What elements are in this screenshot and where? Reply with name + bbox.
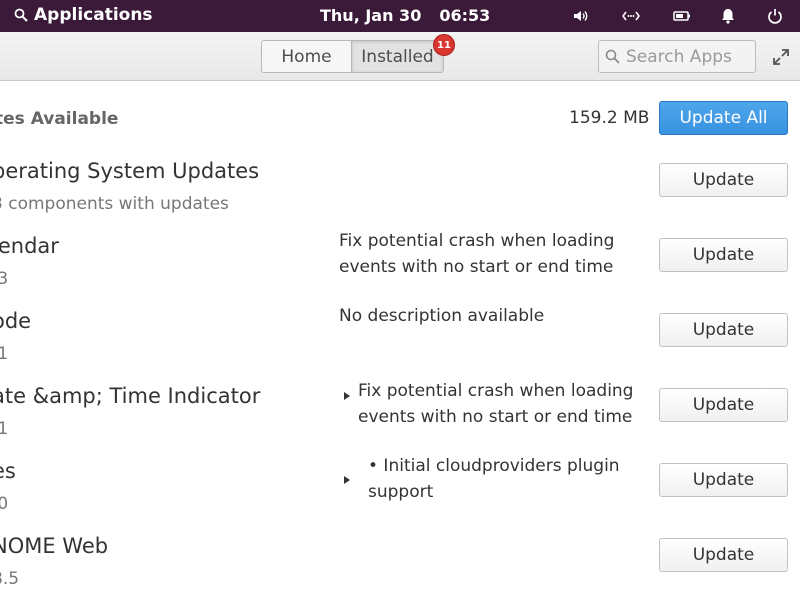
update-button[interactable]: Update <box>659 238 788 272</box>
tab-home-label: Home <box>281 46 332 67</box>
release-notes: Fix potential crash when loading events … <box>339 231 615 277</box>
appcenter-window: Home Installed 11 tes Available 159.2 MB… <box>0 32 800 600</box>
release-notes: • Initial cloudproviders plugin support <box>368 456 620 502</box>
app-name: es <box>0 459 16 483</box>
headerbar: Home Installed 11 <box>0 32 800 81</box>
date-label: Thu, Jan 30 <box>320 6 422 25</box>
applications-label: Applications <box>34 5 153 25</box>
battery-icon[interactable] <box>672 7 692 25</box>
app-name: lendar <box>0 234 59 258</box>
release-notes: Fix potential crash when loading events … <box>358 381 634 427</box>
maximize-icon[interactable] <box>772 48 790 66</box>
update-button[interactable]: Update <box>659 538 788 572</box>
app-version: .1 <box>0 419 9 439</box>
list-item: ode .1 No description available Update <box>0 301 800 376</box>
applications-menu[interactable]: Applications <box>14 5 153 25</box>
list-item: lendar .3 Fix potential crash when loadi… <box>0 226 800 301</box>
update-button[interactable]: Update <box>659 163 788 197</box>
list-item: es .0 • Initial cloudproviders plugin su… <box>0 451 800 526</box>
total-download-size: 159.2 MB <box>569 108 650 128</box>
updates-count-badge: 11 <box>433 34 455 56</box>
tab-installed[interactable]: Installed 11 <box>352 34 455 72</box>
app-name: perating System Updates <box>0 159 260 183</box>
search-field[interactable] <box>598 40 756 73</box>
tab-installed-label: Installed <box>361 46 434 67</box>
update-button[interactable]: Update <box>659 463 788 497</box>
network-icon[interactable] <box>621 7 641 25</box>
search-icon <box>14 8 28 22</box>
app-name: NOME Web <box>0 534 109 558</box>
app-name: ate &amp; Time Indicator <box>0 384 261 408</box>
app-version: .0 <box>0 494 9 514</box>
top-panel: Applications Thu, Jan 30 06:53 <box>0 0 800 32</box>
list-item: perating System Updates 3 components wit… <box>0 151 800 226</box>
power-icon[interactable] <box>765 7 785 25</box>
update-button[interactable]: Update <box>659 313 788 347</box>
app-name: ode <box>0 309 32 333</box>
app-version: 3 components with updates <box>0 194 229 214</box>
time-label: 06:53 <box>439 6 491 25</box>
update-button[interactable]: Update <box>659 388 788 422</box>
search-input[interactable] <box>626 46 751 67</box>
search-icon <box>605 49 620 64</box>
app-version: .3 <box>0 269 9 289</box>
updates-list: tes Available 159.2 MB Update All perati… <box>0 81 800 600</box>
list-item: NOME Web 8.5 Update <box>0 526 800 600</box>
expand-arrow-icon[interactable] <box>343 475 351 485</box>
volume-icon[interactable] <box>571 7 591 25</box>
list-item: ate &amp; Time Indicator .1 Fix potentia… <box>0 376 800 451</box>
app-version: 8.5 <box>0 569 20 589</box>
datetime-indicator[interactable]: Thu, Jan 30 06:53 <box>320 6 490 25</box>
tab-home[interactable]: Home <box>262 41 352 72</box>
app-version: .1 <box>0 344 9 364</box>
view-switcher: Home Installed 11 <box>261 34 455 73</box>
update-all-button[interactable]: Update All <box>659 101 788 135</box>
expand-arrow-icon[interactable] <box>343 391 351 401</box>
updates-available-heading: tes Available <box>0 109 119 129</box>
release-notes: No description available <box>339 306 545 326</box>
notifications-icon[interactable] <box>718 7 738 25</box>
